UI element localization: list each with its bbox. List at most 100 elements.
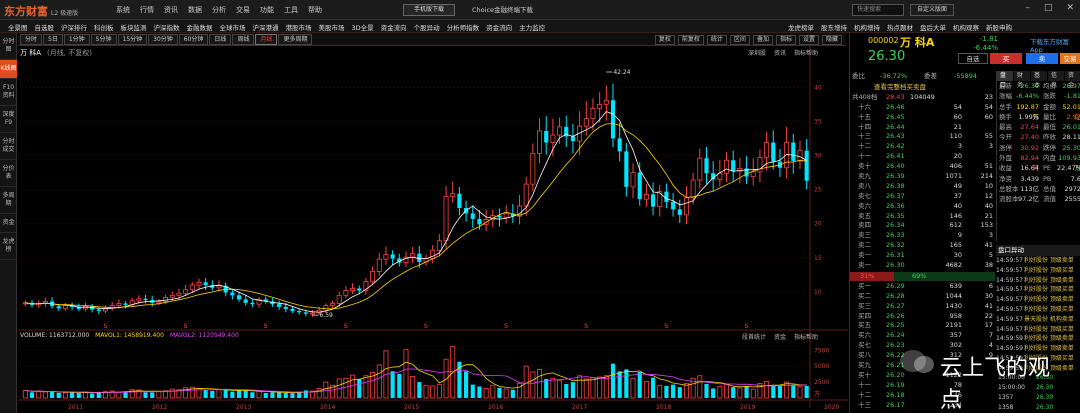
nav-item[interactable]: 自选股	[35, 22, 55, 32]
left-tab[interactable]: 分价表	[0, 160, 17, 187]
tick-alert-row[interactable]: 14:59:57 利好股份 顶级买单	[996, 266, 1080, 276]
chart-tool-button[interactable]: 指标	[775, 35, 796, 45]
nav-item[interactable]: 沪深港通	[253, 22, 279, 32]
nav-item[interactable]: 盘后大单	[920, 22, 946, 32]
left-tab[interactable]: 资金	[0, 214, 17, 233]
nav-item[interactable]: 资金流向	[381, 22, 407, 32]
minimize-icon[interactable]: –	[1025, 3, 1030, 13]
menu-item[interactable]: 交易	[236, 5, 250, 15]
stats-tab[interactable]: 财务	[1014, 71, 1030, 89]
left-tab[interactable]: 分时图	[0, 33, 17, 60]
nav-item[interactable]: 龙虎榜单	[788, 22, 814, 32]
search-input[interactable]: 快速搜索	[852, 4, 904, 16]
custom-layout-button[interactable]: 自定义版面	[910, 4, 954, 16]
period-tab[interactable]: 5分钟	[90, 34, 117, 45]
nav-item[interactable]: 3D全景	[352, 22, 374, 32]
nav-item[interactable]: 股东增持	[821, 22, 847, 32]
left-tab[interactable]: 多周期	[0, 187, 17, 214]
date-axis-label: 2018	[656, 404, 671, 411]
stats-tab[interactable]: 基本	[1031, 71, 1047, 89]
tick-alert-row[interactable]: 14:59:57 利好股份 顶级卖单	[996, 256, 1080, 266]
chart-tool-button[interactable]: 前复权	[677, 35, 704, 45]
tick-alert-row[interactable]: 14:59:57 利好股份 顶级卖单	[996, 276, 1080, 286]
menu-item[interactable]: 数据	[188, 5, 202, 15]
tick-alert-row[interactable]: 14:59:57 利好股份 顶级卖单	[996, 295, 1080, 305]
order-level-label: 十三	[858, 132, 871, 141]
period-tab[interactable]: 15分钟	[117, 34, 148, 45]
add-watchlist-button[interactable]: 自选	[958, 53, 988, 64]
tick-alert-row[interactable]: 14:59:57 景天股份 机构卖单	[996, 315, 1080, 325]
download-mobile-button[interactable]: 手机版下载	[403, 4, 455, 16]
left-tab[interactable]: 深度F9	[0, 106, 17, 133]
volume-link[interactable]: 指标帮助	[794, 332, 818, 341]
nav-item[interactable]: 机构增持	[854, 22, 880, 32]
left-tab[interactable]: 龙虎榜	[0, 233, 17, 260]
stats-tab[interactable]: 盘口	[997, 71, 1013, 89]
nav-item[interactable]: 沪深排行	[61, 22, 87, 32]
close-icon[interactable]: ✕	[1066, 3, 1074, 13]
buy-button[interactable]: 买	[990, 53, 1022, 64]
menu-item[interactable]: 行情	[140, 5, 154, 15]
menu-item[interactable]: 功能	[260, 5, 274, 15]
download-app-link[interactable]: 下载东方财富App	[1030, 36, 1080, 54]
chart-tool-button[interactable]: 叠加	[752, 35, 773, 45]
nav-item[interactable]: 分析师指数	[447, 22, 480, 32]
tick-alert-row[interactable]: 14:59:59 利好股份 顶级卖单	[996, 334, 1080, 344]
sell-button[interactable]: 卖	[1026, 53, 1058, 64]
menu-item[interactable]: 系统	[116, 5, 130, 15]
tick-time: 14:59:59	[996, 335, 1023, 343]
left-tab[interactable]: K线图	[0, 60, 17, 79]
chart-link[interactable]: 深圳股	[748, 48, 766, 57]
chart-tool-button[interactable]: 复权	[654, 35, 675, 45]
stats-tab[interactable]: 资金	[1065, 71, 1080, 89]
choice-download-link[interactable]: Choice金融终端下载	[472, 4, 533, 16]
chart-link[interactable]: 资讯	[774, 48, 786, 57]
period-tab[interactable]: 5日	[43, 34, 63, 45]
period-tab[interactable]: 30分钟	[148, 34, 178, 45]
volume-link[interactable]: 段首统计	[742, 332, 766, 341]
nav-item[interactable]: 板块监测	[121, 22, 147, 32]
chart-tool-button[interactable]: 区间	[729, 35, 750, 45]
tick-alert-row[interactable]: 14:59:57 利好股份 顶级买单	[996, 285, 1080, 295]
nav-item[interactable]: 全景图	[8, 22, 28, 32]
period-tab[interactable]: 1分钟	[63, 34, 90, 45]
nav-item[interactable]: 港股市场	[286, 22, 312, 32]
nav-item[interactable]: 新股申购	[986, 22, 1012, 32]
tick-alert-row[interactable]: 14:59:57 利好股份 顶级买单	[996, 305, 1080, 315]
chart-tool-button[interactable]: 统计	[706, 35, 727, 45]
menu-item[interactable]: 资讯	[164, 5, 178, 15]
period-tab[interactable]: 月线	[255, 34, 278, 45]
nav-item[interactable]: 金融数据	[187, 22, 213, 32]
chart-tool-button[interactable]: 设置	[798, 35, 819, 45]
nav-item[interactable]: 机构观察	[953, 22, 979, 32]
chart-link[interactable]: 指标帮助	[794, 48, 818, 57]
menu-item[interactable]: 分析	[212, 5, 226, 15]
menu-item[interactable]: 工具	[284, 5, 298, 15]
period-tab[interactable]: 日线	[209, 34, 232, 45]
kline-chart[interactable]: 10 15 20 25 30 35 40 2500 5000 7500 万 42.24 6.59 S S S S…	[18, 46, 848, 413]
left-tab[interactable]: 分时成交	[0, 133, 17, 160]
nav-item[interactable]: 资金流向	[486, 22, 512, 32]
volume-link[interactable]: 资金	[774, 332, 786, 341]
nav-item[interactable]: 美股市场	[319, 22, 345, 32]
nav-item[interactable]: 个股异动	[414, 22, 440, 32]
menu-item[interactable]: 帮助	[308, 5, 322, 15]
order-level-row: 买四 26.26 958 22	[850, 312, 995, 322]
maximize-icon[interactable]: □	[1044, 3, 1053, 13]
stats-tab[interactable]: 信息	[1048, 71, 1064, 89]
nav-item[interactable]: 主力监控	[519, 22, 545, 32]
left-tab[interactable]: F10资料	[0, 79, 17, 106]
chart-tool-button[interactable]: 隐藏	[821, 35, 842, 45]
nav-item[interactable]: 全球市场	[220, 22, 246, 32]
nav-item[interactable]: 沪深指数	[154, 22, 180, 32]
trade-button[interactable]: 交易	[1060, 53, 1080, 64]
tick-alert-row[interactable]: 14:59:57 利好股份 顶级买单	[996, 325, 1080, 335]
view-all-orders-link[interactable]: 查看完整档买卖盘	[850, 83, 995, 93]
nav-item[interactable]: 热点题材	[887, 22, 913, 32]
period-tab[interactable]: 60分钟	[178, 34, 209, 45]
period-tab[interactable]: 周线	[232, 34, 255, 45]
volume-bar-up	[557, 379, 563, 399]
nav-item[interactable]: 科创板	[94, 22, 114, 32]
period-tab[interactable]: 更多周期	[278, 34, 313, 45]
period-tab[interactable]: 分时	[20, 34, 43, 45]
